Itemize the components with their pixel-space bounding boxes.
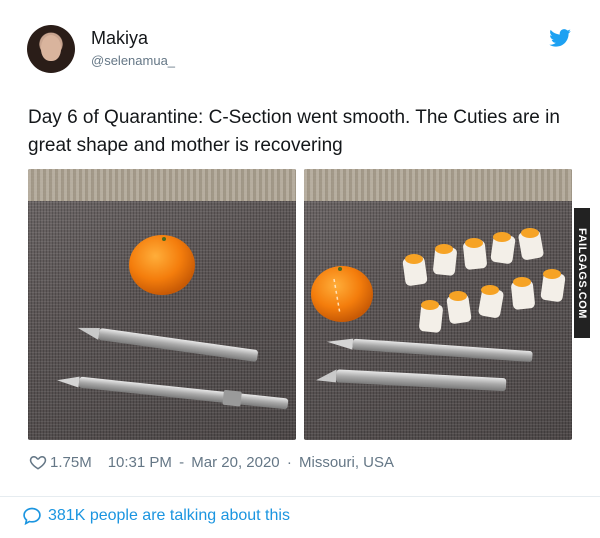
photo-right-content	[311, 228, 566, 392]
tweet-photo-right[interactable]	[304, 169, 572, 440]
tweet-time[interactable]: 10:31 PM	[108, 454, 172, 471]
author-name[interactable]: Makiya	[91, 28, 148, 49]
tweet-date[interactable]: Mar 20, 2020	[191, 454, 279, 471]
like-count[interactable]: 1.75M	[50, 454, 92, 471]
avatar[interactable]	[27, 25, 75, 73]
twitter-bird-icon[interactable]	[549, 29, 571, 47]
tweet-card: Makiya @selenamua_ Day 6 of Quarantine: …	[0, 0, 600, 538]
conversation-text[interactable]: 381K people are talking about this	[48, 507, 290, 525]
tweet-meta: 1.75M 10:31 PM - Mar 20, 2020 · Missouri…	[29, 453, 394, 471]
photo-left-content	[57, 235, 289, 410]
tweet-text: Day 6 of Quarantine: C-Section went smoo…	[28, 107, 560, 156]
orange	[129, 235, 195, 295]
tweet-location[interactable]: Missouri, USA	[299, 454, 394, 471]
divider	[0, 496, 600, 497]
tweet-photo-left[interactable]	[28, 169, 296, 440]
conversation-link[interactable]: 381K people are talking about this	[22, 506, 290, 526]
author-handle[interactable]: @selenamua_	[91, 53, 175, 68]
speech-bubble-icon	[23, 507, 41, 526]
heart-icon[interactable]	[29, 453, 47, 471]
watermark: FAILGAGS.COM	[574, 208, 590, 338]
